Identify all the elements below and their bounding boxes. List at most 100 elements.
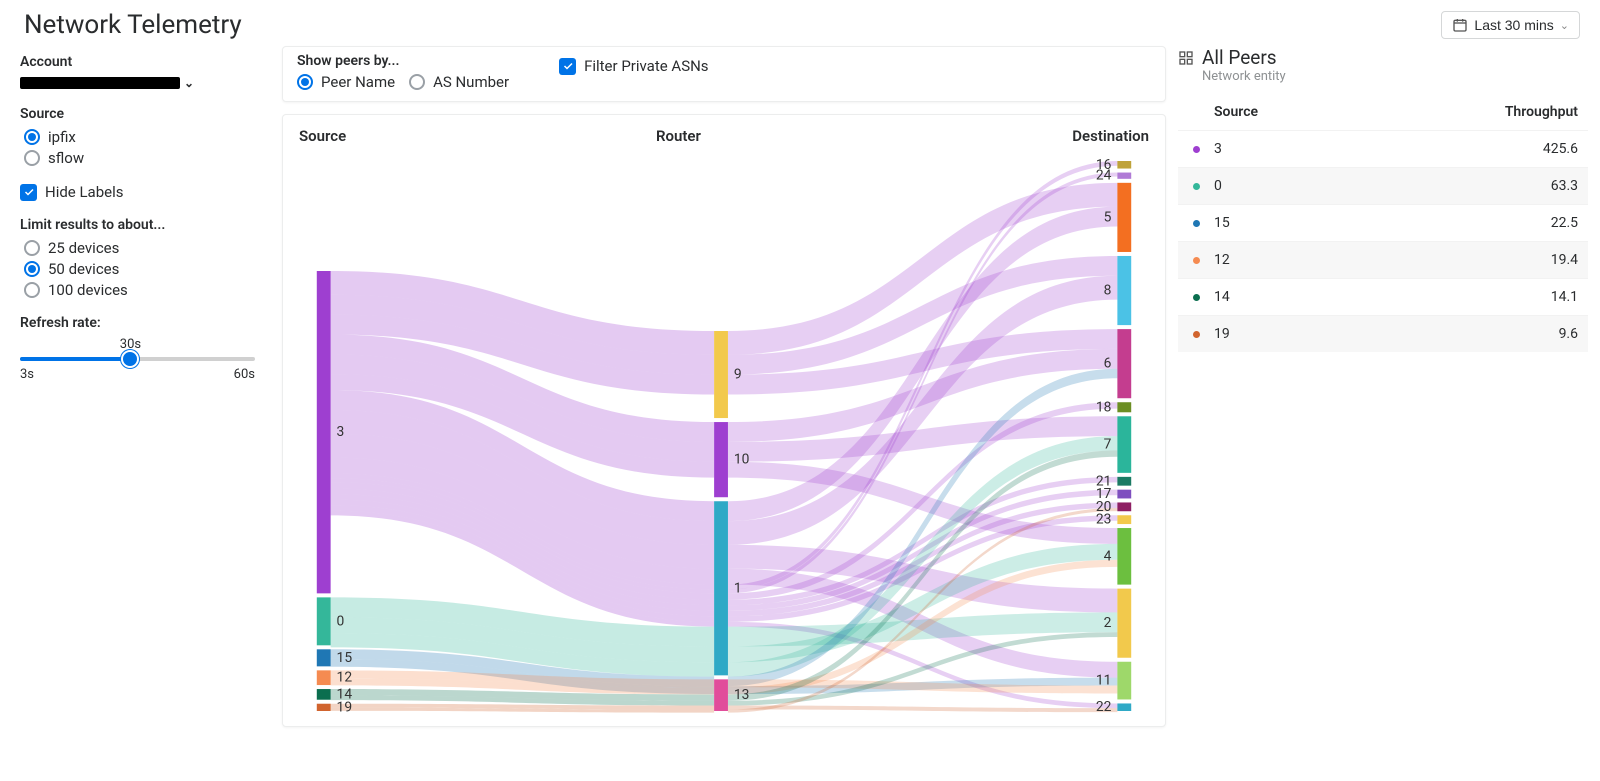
right-panel-title: All Peers <box>1202 46 1277 69</box>
peer-source: 0 <box>1206 178 1488 194</box>
show-peers-label: Show peers by... <box>297 53 519 69</box>
time-range-label: Last 30 mins <box>1474 17 1553 33</box>
svg-text:6: 6 <box>1104 356 1112 372</box>
source-radio-sflow[interactable]: sflow <box>24 149 270 167</box>
peer-source: 14 <box>1206 289 1488 305</box>
svg-text:0: 0 <box>337 613 345 629</box>
radio-label: ipfix <box>48 128 76 146</box>
page-title: Network Telemetry <box>24 10 242 40</box>
peer-throughput: 14.1 <box>1488 289 1578 305</box>
peer-throughput: 63.3 <box>1488 178 1578 194</box>
svg-text:15: 15 <box>337 650 353 666</box>
peer-row[interactable]: 19 9.6 <box>1178 315 1588 352</box>
refresh-slider[interactable]: 30s 3s 60s <box>20 337 255 382</box>
svg-text:23: 23 <box>1096 512 1112 528</box>
peer-source: 15 <box>1206 215 1488 231</box>
svg-text:5: 5 <box>1104 209 1112 225</box>
sankey-chart[interactable]: 3015121419910113162458618721172023421122 <box>299 151 1149 726</box>
peer-row[interactable]: 12 19.4 <box>1178 241 1588 278</box>
limit-radio-25[interactable]: 25 devices <box>24 239 270 257</box>
radio-icon <box>24 282 40 298</box>
chart-header-source: Source <box>299 127 656 145</box>
radio-label: 100 devices <box>48 281 128 299</box>
refresh-label: Refresh rate: <box>20 315 270 331</box>
peer-source: 12 <box>1206 252 1488 268</box>
limit-radio-100[interactable]: 100 devices <box>24 281 270 299</box>
chevron-down-icon: ⌄ <box>1560 19 1569 32</box>
peer-table: Source Throughput 3 425.6 0 63.3 15 22.5… <box>1178 94 1588 352</box>
color-dot <box>1193 331 1200 338</box>
radio-icon <box>24 129 40 145</box>
peer-row[interactable]: 3 425.6 <box>1178 130 1588 167</box>
limit-radio-50[interactable]: 50 devices <box>24 260 270 278</box>
color-dot <box>1193 257 1200 264</box>
calendar-icon <box>1452 17 1468 33</box>
account-name-redacted <box>20 77 180 89</box>
peer-source: 3 <box>1206 141 1488 157</box>
hide-labels-checkbox[interactable]: Hide Labels <box>20 183 270 201</box>
radio-icon <box>409 74 425 90</box>
time-range-picker[interactable]: Last 30 mins ⌄ <box>1441 11 1580 39</box>
svg-text:8: 8 <box>1104 282 1112 298</box>
svg-text:2: 2 <box>1104 615 1112 631</box>
peer-col-throughput[interactable]: Throughput <box>1488 104 1578 120</box>
color-dot <box>1193 220 1200 227</box>
right-panel: All Peers Network entity Source Throughp… <box>1178 46 1588 352</box>
checkbox-icon <box>559 58 576 75</box>
peer-throughput: 22.5 <box>1488 215 1578 231</box>
svg-text:12: 12 <box>337 670 353 686</box>
show-peers-radio-asnumber[interactable]: AS Number <box>409 73 509 91</box>
peer-row[interactable]: 15 22.5 <box>1178 204 1588 241</box>
color-dot <box>1193 183 1200 190</box>
checkbox-icon <box>20 184 37 201</box>
peer-source: 19 <box>1206 326 1488 342</box>
limit-label: Limit results to about... <box>20 217 270 233</box>
peer-throughput: 425.6 <box>1488 141 1578 157</box>
peer-row[interactable]: 14 14.1 <box>1178 278 1588 315</box>
svg-text:1: 1 <box>734 580 742 596</box>
radio-icon <box>24 150 40 166</box>
peer-throughput: 9.6 <box>1488 326 1578 342</box>
svg-text:11: 11 <box>1096 673 1112 689</box>
radio-icon <box>297 74 313 90</box>
checkbox-label: Filter Private ASNs <box>584 57 708 75</box>
svg-text:4: 4 <box>1104 548 1112 564</box>
slider-max: 60s <box>234 367 255 382</box>
radio-icon <box>24 240 40 256</box>
color-dot <box>1193 146 1200 153</box>
peer-col-source[interactable]: Source <box>1206 104 1488 120</box>
chevron-down-icon: ⌄ <box>184 76 194 90</box>
filter-bar: Show peers by... Peer Name AS Number Fil… <box>282 46 1166 102</box>
svg-text:18: 18 <box>1096 399 1112 415</box>
chart-header-destination: Destination <box>979 127 1149 145</box>
grid-icon <box>1178 50 1194 66</box>
radio-label: AS Number <box>433 73 509 91</box>
right-panel-subtitle: Network entity <box>1202 69 1588 84</box>
source-label: Source <box>20 106 270 122</box>
source-radio-ipfix[interactable]: ipfix <box>24 128 270 146</box>
radio-label: Peer Name <box>321 73 395 91</box>
color-dot <box>1193 294 1200 301</box>
slider-min: 3s <box>20 367 34 382</box>
filter-private-asns-checkbox[interactable]: Filter Private ASNs <box>559 57 708 75</box>
checkbox-label: Hide Labels <box>45 183 124 201</box>
svg-text:24: 24 <box>1096 168 1112 184</box>
radio-label: sflow <box>48 149 84 167</box>
peer-throughput: 19.4 <box>1488 252 1578 268</box>
radio-label: 25 devices <box>48 239 119 257</box>
svg-text:7: 7 <box>1104 437 1112 453</box>
account-selector[interactable]: ⌄ <box>20 76 270 90</box>
svg-text:13: 13 <box>734 687 750 703</box>
svg-text:22: 22 <box>1096 699 1112 715</box>
svg-text:9: 9 <box>734 366 742 382</box>
show-peers-radio-peername[interactable]: Peer Name <box>297 73 395 91</box>
chart-header-router: Router <box>656 127 979 145</box>
sankey-card: Source Router Destination 30151214199101… <box>282 114 1166 727</box>
radio-icon <box>24 261 40 277</box>
sidebar: Account ⌄ Source ipfix sflow Hide Labels <box>20 46 270 398</box>
svg-text:3: 3 <box>337 424 345 440</box>
peer-row[interactable]: 0 63.3 <box>1178 167 1588 204</box>
account-label: Account <box>20 54 270 70</box>
svg-text:19: 19 <box>337 699 353 715</box>
radio-label: 50 devices <box>48 260 119 278</box>
